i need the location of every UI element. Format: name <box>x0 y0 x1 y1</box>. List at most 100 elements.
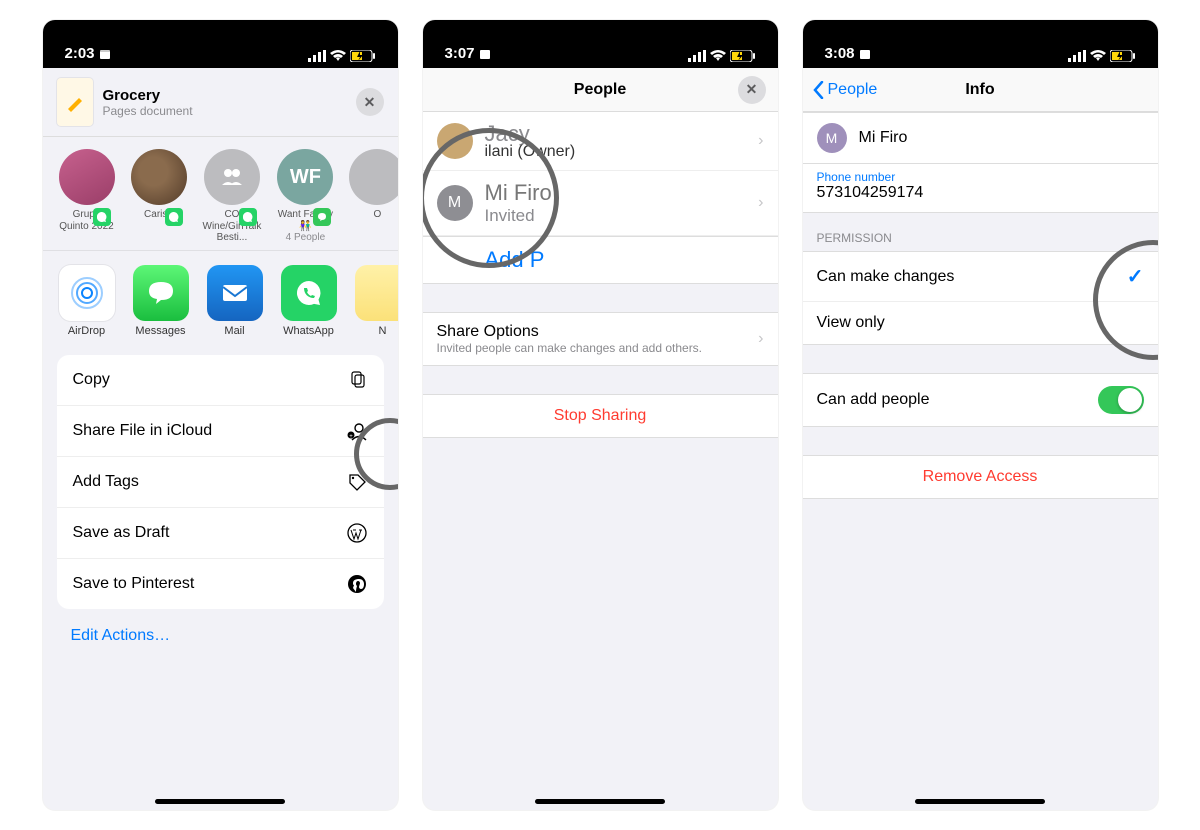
wifi-icon <box>330 50 346 62</box>
whatsapp-badge-icon <box>93 208 111 226</box>
back-button[interactable]: People <box>813 81 878 99</box>
app-messages[interactable]: Messages <box>133 265 189 337</box>
status-bar: 3:07 <box>423 20 778 68</box>
action-list: Copy Share File in iCloud + Add Tags Sav… <box>57 355 384 609</box>
action-add-tags[interactable]: Add Tags <box>57 457 384 508</box>
can-add-people-section: Can add people <box>803 373 1158 427</box>
document-thumbnail <box>57 78 93 126</box>
person-status: Invited <box>485 206 759 226</box>
share-options-title: Share Options <box>437 323 759 341</box>
permission-view-only[interactable]: View only <box>803 302 1158 344</box>
can-add-people-toggle-row[interactable]: Can add people <box>803 374 1158 426</box>
phone-number-section[interactable]: Phone number 573104259174 <box>803 164 1158 213</box>
person-row-invited[interactable]: M Mi Firo Invited › <box>423 171 778 236</box>
action-copy[interactable]: Copy <box>57 355 384 406</box>
pinterest-icon <box>346 573 368 595</box>
signal-icon <box>308 50 326 62</box>
imessage-badge-icon <box>313 208 331 226</box>
close-share-sheet-button[interactable]: ✕ <box>356 88 384 116</box>
whatsapp-badge-icon <box>239 208 257 226</box>
remove-access-button[interactable]: Remove Access <box>803 455 1158 499</box>
avatar <box>131 149 187 205</box>
signal-icon <box>688 50 706 62</box>
avatar: WF <box>277 149 333 205</box>
contacts-suggestions: Grupo Quinto 2022 Carisa CO Wine/GirlTal… <box>43 137 398 250</box>
app-label: Messages <box>133 325 189 337</box>
contact-more[interactable]: O <box>349 149 397 244</box>
contact-carisa[interactable]: Carisa <box>131 149 187 244</box>
avatar: M <box>817 123 847 153</box>
action-share-icloud[interactable]: Share File in iCloud + <box>57 406 384 457</box>
copy-icon <box>346 369 368 391</box>
app-whatsapp[interactable]: WhatsApp <box>281 265 337 337</box>
contact-co-wine[interactable]: CO Wine/GirlTalk Besti... <box>203 149 262 244</box>
clock: 3:08 <box>825 45 855 62</box>
nav-title: People <box>574 81 626 99</box>
phone-value: 573104259174 <box>817 184 1144 202</box>
edit-actions-link[interactable]: Edit Actions… <box>43 621 398 651</box>
app-label: WhatsApp <box>281 325 337 337</box>
status-bar: 3:08 <box>803 20 1158 68</box>
calendar-icon <box>99 48 111 60</box>
battery-icon <box>1110 50 1136 62</box>
document-title: Grocery <box>103 87 356 104</box>
action-save-draft[interactable]: Save as Draft <box>57 508 384 559</box>
svg-text:+: + <box>349 434 353 440</box>
calendar-icon <box>479 48 491 60</box>
screenshot-share-sheet: 2:03 Grocery Pages document ✕ Grupo Quin… <box>43 20 398 810</box>
people-list: Jacy ilani (Owner) › M Mi Firo Invited › <box>423 112 778 237</box>
document-subtitle: Pages document <box>103 104 356 118</box>
nav-bar: People Info <box>803 68 1158 112</box>
whatsapp-badge-icon <box>165 208 183 226</box>
app-label: Mail <box>207 325 263 337</box>
contact-label: O <box>349 209 397 221</box>
wifi-icon <box>710 50 726 62</box>
calendar-icon <box>859 48 871 60</box>
app-label: AirDrop <box>59 325 115 337</box>
checkmark-icon: ✓ <box>1127 264 1144 289</box>
app-notes[interactable]: N <box>355 265 398 337</box>
person-row-owner[interactable]: Jacy ilani (Owner) › <box>423 112 778 171</box>
person-name: Mi Firo <box>485 180 759 206</box>
share-sheet-header: Grocery Pages document ✕ <box>43 68 398 137</box>
contact-want-family[interactable]: WF Want Family 👫 4 People <box>277 149 333 244</box>
nav-title: Info <box>965 81 994 99</box>
chevron-right-icon: › <box>758 194 763 212</box>
stop-sharing-button[interactable]: Stop Sharing <box>423 394 778 438</box>
home-indicator[interactable] <box>915 799 1045 804</box>
messages-icon <box>133 265 189 321</box>
permission-list: Can make changes ✓ View only <box>803 251 1158 345</box>
home-indicator[interactable] <box>155 799 285 804</box>
action-save-pinterest[interactable]: Save to Pinterest <box>57 559 384 609</box>
avatar <box>437 123 473 159</box>
home-indicator[interactable] <box>535 799 665 804</box>
person-header: M Mi Firo <box>803 112 1158 164</box>
tag-icon <box>346 471 368 493</box>
avatar <box>204 149 260 205</box>
contact-sublabel: 4 People <box>277 232 333 244</box>
permission-can-make-changes[interactable]: Can make changes ✓ <box>803 252 1158 302</box>
airdrop-icon <box>59 265 115 321</box>
app-mail[interactable]: Mail <box>207 265 263 337</box>
add-people-link[interactable]: Add P <box>423 237 778 284</box>
battery-icon <box>350 50 376 62</box>
clock: 3:07 <box>445 45 475 62</box>
close-button[interactable]: ✕ <box>738 76 766 104</box>
status-bar: 2:03 <box>43 20 398 68</box>
toggle-switch[interactable] <box>1098 386 1144 414</box>
notes-icon <box>355 265 398 321</box>
nav-bar: People ✕ <box>423 68 778 112</box>
apps-row: AirDrop Messages Mail WhatsApp N <box>43 250 398 355</box>
screenshot-people: 3:07 People ✕ Jacy ilani (Owner) › M Mi … <box>423 20 778 810</box>
permission-header: PERMISSION <box>803 213 1158 251</box>
owner-label: ilani (Owner) <box>485 143 759 161</box>
share-options-row[interactable]: Share Options Invited people can make ch… <box>423 312 778 366</box>
clock: 2:03 <box>65 45 95 62</box>
chevron-right-icon: › <box>758 132 763 150</box>
app-airdrop[interactable]: AirDrop <box>59 265 115 337</box>
app-label: N <box>355 325 398 337</box>
signal-icon <box>1068 50 1086 62</box>
add-person-icon: + <box>346 420 368 442</box>
contact-grupo-quinto[interactable]: Grupo Quinto 2022 <box>59 149 115 244</box>
avatar: M <box>437 185 473 221</box>
